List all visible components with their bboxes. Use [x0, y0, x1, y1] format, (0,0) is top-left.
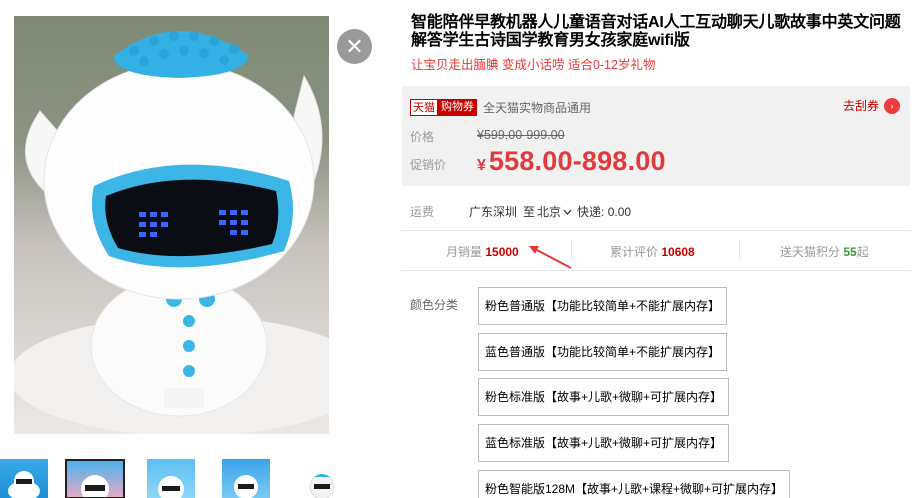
price-label: 价格	[410, 130, 435, 144]
coupon-badge-label: 购物券	[438, 98, 477, 116]
monthly-sales-value: 15000	[485, 245, 519, 259]
product-subtitle: 让宝贝走出腼腆 变成小话唠 适合0-12岁礼物	[411, 58, 656, 72]
color-option-label: 蓝色普通版【功能比较简单+不能扩展内存】	[485, 345, 721, 359]
color-option-label: 粉色智能版128M【故事+儿歌+课程+微聊+可扩展内存】	[485, 482, 784, 496]
color-option[interactable]: 粉色普通版【功能比较简单+不能扩展内存】	[478, 287, 728, 325]
chevron-right-icon: ›	[884, 97, 900, 114]
shipping-to-word: 至	[523, 205, 536, 219]
shipping-row: 运费 广东深圳 至 北京 快递: 0.00	[410, 203, 631, 220]
price-panel: 天猫 购物券 全天猫实物商品通用 去刮券 › 价格 ¥599.00-999.00…	[402, 86, 910, 186]
shipping-destination: 北京	[537, 205, 562, 219]
divider	[571, 241, 572, 259]
divider	[402, 270, 910, 271]
product-title: 智能陪伴早教机器人儿童语音对话AI人工互动聊天儿歌故事中英文问题解答学生古诗国学…	[411, 14, 901, 49]
promo-price-value: 558.00-898.00	[488, 146, 666, 176]
review-count[interactable]: 累计评价 10608	[610, 243, 695, 260]
shipping-origin: 广东深圳	[469, 205, 518, 219]
review-count-value: 10608	[661, 245, 695, 259]
currency-symbol: ¥	[477, 157, 486, 174]
chevron-down-icon	[563, 209, 572, 215]
divider	[402, 230, 910, 231]
divider	[739, 241, 740, 259]
color-option[interactable]: 粉色标准版【故事+儿歌+微聊+可扩展内存】	[478, 378, 730, 416]
promo-price: ¥ 558.00-898.00	[477, 146, 666, 177]
original-price: ¥599.00-999.00	[477, 128, 565, 142]
color-option-label: 蓝色标准版【故事+儿歌+微聊+可扩展内存】	[485, 436, 723, 450]
shipping-label: 运费	[410, 205, 435, 219]
coupon-row: 天猫 购物券 全天猫实物商品通用	[410, 98, 591, 116]
main-product-image	[14, 16, 329, 434]
monthly-sales-label: 月销量	[446, 245, 483, 259]
tmall-points-label: 送天猫积分	[780, 245, 841, 259]
color-option-label: 粉色标准版【故事+儿歌+微聊+可扩展内存】	[485, 390, 723, 404]
color-options-label: 颜色分类	[410, 298, 459, 312]
thumbnail-item[interactable]	[0, 459, 48, 498]
color-option[interactable]: 粉色智能版128M【故事+儿歌+课程+微聊+可扩展内存】	[478, 470, 791, 498]
color-option[interactable]: 蓝色普通版【功能比较简单+不能扩展内存】	[478, 333, 728, 371]
review-count-label: 累计评价	[610, 245, 659, 259]
thumbnail-item[interactable]	[222, 459, 270, 498]
thumbnail-item[interactable]	[300, 459, 348, 498]
thumbnail-item-selected[interactable]	[65, 459, 125, 498]
thumbnail-strip	[0, 456, 360, 498]
close-icon[interactable]: ✕	[337, 29, 372, 64]
coupon-description: 全天猫实物商品通用	[483, 100, 592, 115]
tmall-points: 送天猫积分 55起	[780, 243, 869, 260]
monthly-sales: 月销量 15000	[446, 243, 519, 260]
arrow-annotation-icon	[529, 246, 572, 269]
color-option-label: 粉色普通版【功能比较简单+不能扩展内存】	[485, 299, 721, 313]
tmall-points-suffix: 起	[856, 245, 869, 259]
tmall-badge-label: 天猫	[410, 98, 438, 116]
color-option[interactable]: 蓝色标准版【故事+儿歌+微聊+可扩展内存】	[478, 424, 730, 462]
thumbnail-item[interactable]	[147, 459, 195, 498]
tmall-points-value: 55	[843, 245, 857, 259]
get-coupon-link[interactable]: 去刮券 ›	[843, 97, 900, 114]
robot-illustration	[14, 31, 329, 434]
promo-price-label: 促销价	[410, 158, 447, 172]
shipping-destination-select[interactable]: 北京	[537, 203, 572, 220]
get-coupon-label: 去刮券	[842, 99, 879, 113]
shipping-fee: 快递: 0.00	[577, 205, 632, 219]
tmall-coupon-badge: 天猫 购物券	[410, 98, 477, 116]
